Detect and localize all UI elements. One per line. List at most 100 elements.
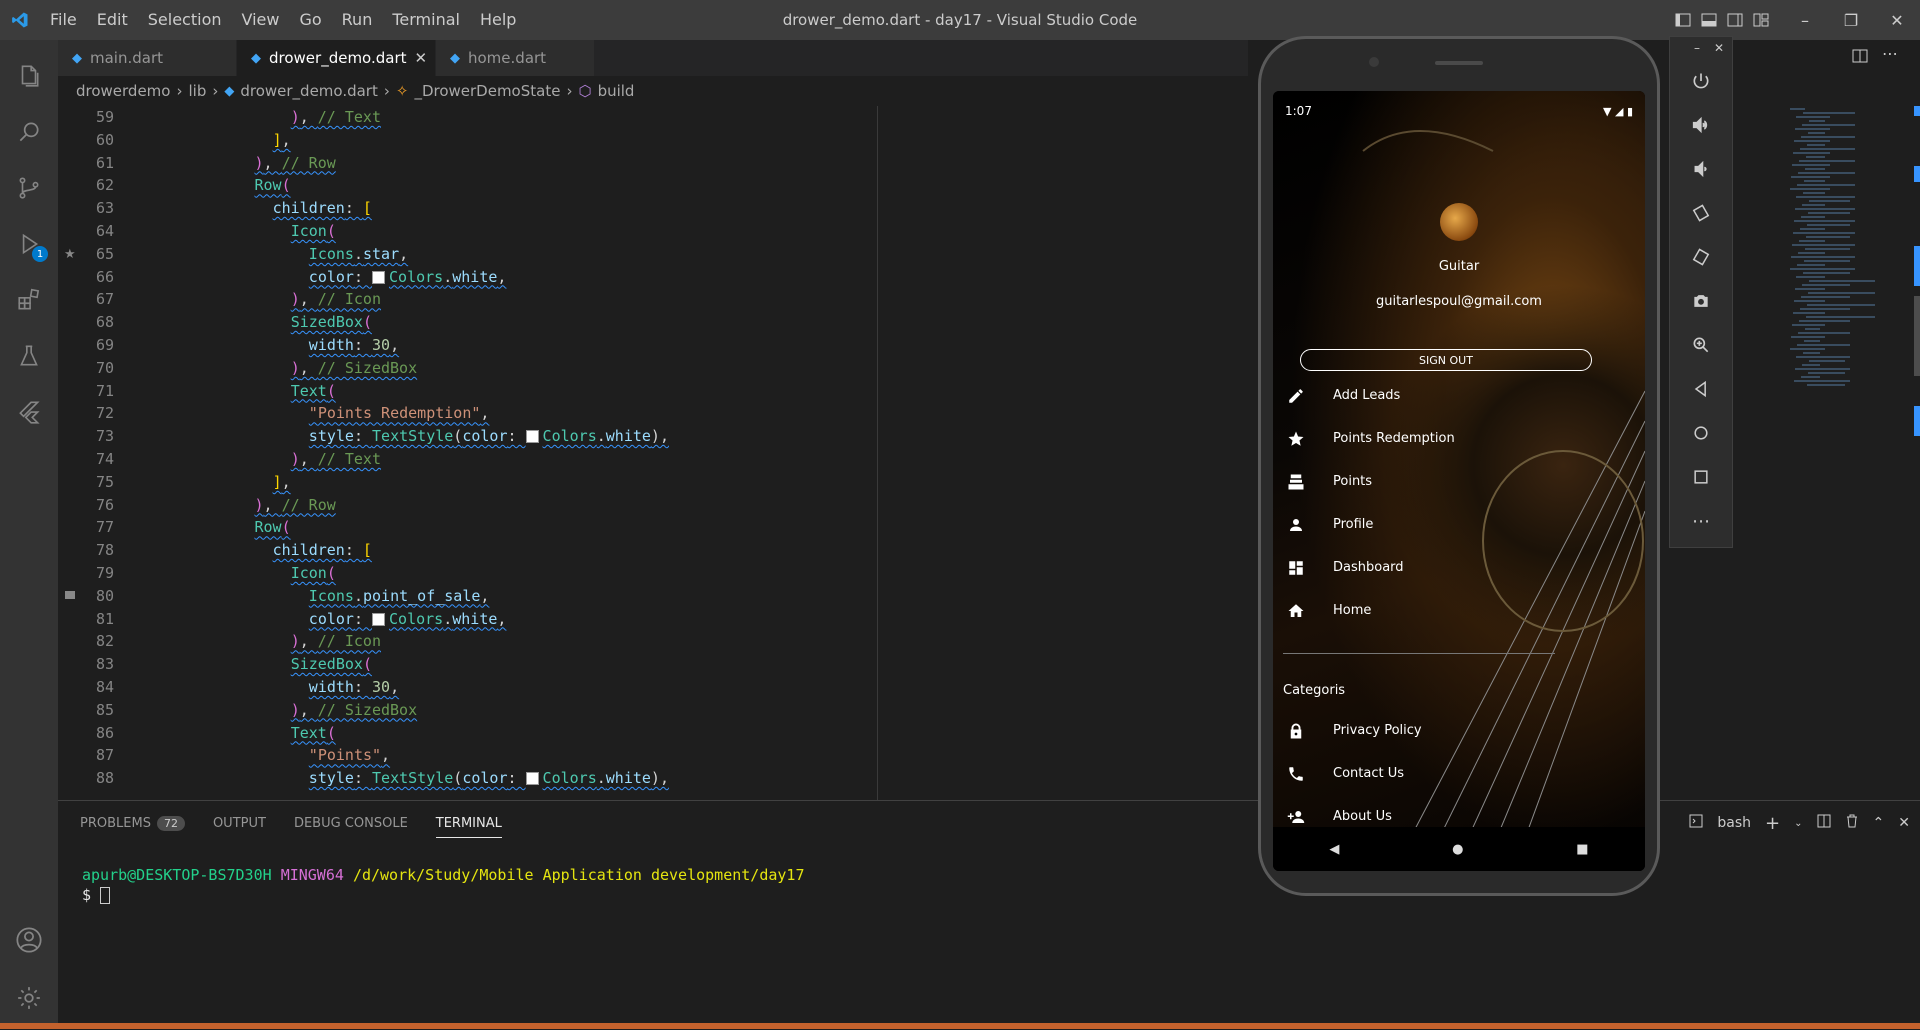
menu-selection[interactable]: Selection bbox=[138, 0, 232, 40]
glyph-margin bbox=[114, 722, 144, 745]
drawer-item-label: Points bbox=[1333, 474, 1373, 489]
overview-ruler[interactable] bbox=[1914, 106, 1920, 800]
minimize-icon[interactable]: – bbox=[1782, 0, 1828, 40]
trash-icon[interactable] bbox=[1845, 814, 1859, 832]
minimap-line bbox=[1795, 208, 1855, 210]
breadcrumb-class[interactable]: _DrowerDemoState bbox=[414, 82, 560, 100]
line-number: 76 bbox=[95, 495, 114, 514]
chevron-down-icon[interactable]: ⌄ bbox=[1794, 818, 1802, 829]
drawer-item-profile[interactable]: Profile bbox=[1273, 503, 1573, 546]
drawer-category-title: Categoris bbox=[1283, 683, 1346, 698]
terminal-output[interactable]: apurb@DESKTOP-BS7D30H MINGW64 /d/work/St… bbox=[82, 865, 804, 905]
tab-main-dart[interactable]: ◆ main.dart bbox=[58, 40, 237, 76]
nav-recents-icon[interactable]: ■ bbox=[1576, 842, 1588, 857]
testing-icon[interactable] bbox=[0, 328, 58, 384]
more-actions-icon[interactable]: ⋯ bbox=[1882, 44, 1898, 63]
rotate-left-icon[interactable] bbox=[1670, 191, 1732, 235]
more-options-icon[interactable]: ⋯ bbox=[1670, 499, 1732, 543]
drawer-item-contact-us[interactable]: Contact Us bbox=[1273, 752, 1573, 795]
close-tab-icon[interactable]: ✕ bbox=[415, 49, 428, 67]
split-terminal-icon[interactable] bbox=[1817, 814, 1831, 832]
drawer-item-privacy-policy[interactable]: Privacy Policy bbox=[1273, 709, 1573, 752]
tab-home-dart[interactable]: ◆ home.dart bbox=[436, 40, 595, 76]
shell-selector[interactable]: bash bbox=[1717, 815, 1751, 831]
minimap-line bbox=[1796, 116, 1830, 118]
maximize-panel-icon[interactable]: ⌃ bbox=[1873, 815, 1885, 831]
menu-go[interactable]: Go bbox=[289, 0, 331, 40]
drawer-item-home[interactable]: Home bbox=[1273, 589, 1573, 632]
glyph-margin bbox=[114, 744, 144, 767]
phone-screen[interactable]: 1:07 ▼ ◢ ▮ Guitar guitarlespoul@gmail.co… bbox=[1273, 91, 1645, 871]
breadcrumb-file[interactable]: drower_demo.dart bbox=[240, 82, 378, 100]
terminal-env: MINGW64 bbox=[280, 866, 344, 884]
minimap-line bbox=[1805, 168, 1825, 170]
phone-camera bbox=[1369, 57, 1379, 67]
run-debug-icon[interactable]: 1 bbox=[0, 216, 58, 272]
menu-help[interactable]: Help bbox=[470, 0, 526, 40]
menu-file[interactable]: File bbox=[40, 0, 87, 40]
breadcrumb-folder[interactable]: drowerdemo bbox=[76, 82, 170, 100]
menu-run[interactable]: Run bbox=[332, 0, 383, 40]
emulator-close-icon[interactable]: ✕ bbox=[1714, 41, 1724, 55]
menu-edit[interactable]: Edit bbox=[87, 0, 138, 40]
toggle-secondary-sidebar-icon[interactable] bbox=[1722, 0, 1748, 40]
person-add-icon bbox=[1285, 808, 1307, 826]
nav-home-icon[interactable]: ● bbox=[1452, 842, 1463, 857]
toggle-panel-icon[interactable] bbox=[1696, 0, 1722, 40]
minimap[interactable] bbox=[1785, 106, 1905, 800]
customize-layout-icon[interactable] bbox=[1748, 0, 1774, 40]
overview-square-icon[interactable] bbox=[1670, 455, 1732, 499]
line-number: 78 bbox=[95, 541, 114, 560]
flutter-icon[interactable] bbox=[0, 384, 58, 440]
emulator-minimize-icon[interactable]: – bbox=[1694, 41, 1700, 55]
extensions-icon[interactable] bbox=[0, 272, 58, 328]
explorer-icon[interactable] bbox=[0, 48, 58, 104]
source-control-icon[interactable] bbox=[0, 160, 58, 216]
home-circle-icon[interactable] bbox=[1670, 411, 1732, 455]
account-icon[interactable] bbox=[0, 912, 58, 968]
line-number: 69 bbox=[95, 335, 114, 354]
sign-out-button[interactable]: SIGN OUT bbox=[1300, 349, 1592, 371]
rotate-right-icon[interactable] bbox=[1670, 235, 1732, 279]
panel-tabs: PROBLEMS 72 OUTPUT DEBUG CONSOLE TERMINAL bbox=[80, 801, 502, 845]
drawer-item-points[interactable]: Points bbox=[1273, 460, 1573, 503]
tab-drower-demo-dart[interactable]: ◆ drower_demo.dart ✕ bbox=[237, 40, 436, 76]
toggle-sidebar-icon[interactable] bbox=[1670, 0, 1696, 40]
nav-back-icon[interactable]: ◀ bbox=[1329, 842, 1339, 857]
close-panel-icon[interactable]: ✕ bbox=[1898, 815, 1910, 831]
tab-problems[interactable]: PROBLEMS 72 bbox=[80, 815, 185, 831]
minimap-line bbox=[1790, 188, 1830, 190]
camera-icon[interactable] bbox=[1670, 279, 1732, 323]
line-number: 63 bbox=[95, 199, 114, 218]
tab-terminal[interactable]: TERMINAL bbox=[435, 816, 502, 838]
drawer-item-dashboard[interactable]: Dashboard bbox=[1273, 546, 1573, 589]
search-icon[interactable] bbox=[0, 104, 58, 160]
minimap-line bbox=[1800, 228, 1825, 230]
volume-up-icon[interactable] bbox=[1670, 103, 1732, 147]
breadcrumb-method[interactable]: build bbox=[598, 82, 635, 100]
minimap-line bbox=[1794, 380, 1850, 382]
drawer-item-points-redemption[interactable]: Points Redemption bbox=[1273, 417, 1573, 460]
minimap-line bbox=[1801, 216, 1825, 218]
drawer-item-label: About Us bbox=[1333, 809, 1392, 824]
code-text: children: [ bbox=[272, 541, 372, 560]
settings-gear-icon[interactable] bbox=[0, 970, 58, 1026]
line-number: 70 bbox=[95, 358, 114, 377]
restore-icon[interactable]: ❐ bbox=[1828, 0, 1874, 40]
code-text: style: TextStyle(color: Colors.white), bbox=[308, 427, 669, 446]
minimap-line bbox=[1803, 352, 1820, 354]
tab-debug-console[interactable]: DEBUG CONSOLE bbox=[294, 816, 408, 831]
drawer-item-add-leads[interactable]: Add Leads bbox=[1273, 374, 1573, 417]
minimap-line bbox=[1793, 152, 1830, 154]
close-window-icon[interactable]: ✕ bbox=[1874, 0, 1920, 40]
split-editor-icon[interactable] bbox=[1852, 48, 1868, 68]
volume-down-icon[interactable] bbox=[1670, 147, 1732, 191]
menu-view[interactable]: View bbox=[232, 0, 290, 40]
breadcrumb-lib[interactable]: lib bbox=[188, 82, 206, 100]
tab-output[interactable]: OUTPUT bbox=[213, 816, 266, 831]
zoom-icon[interactable] bbox=[1670, 323, 1732, 367]
back-icon[interactable] bbox=[1670, 367, 1732, 411]
menu-terminal[interactable]: Terminal bbox=[382, 0, 470, 40]
new-terminal-icon[interactable]: + bbox=[1765, 813, 1780, 834]
power-icon[interactable] bbox=[1670, 59, 1732, 103]
